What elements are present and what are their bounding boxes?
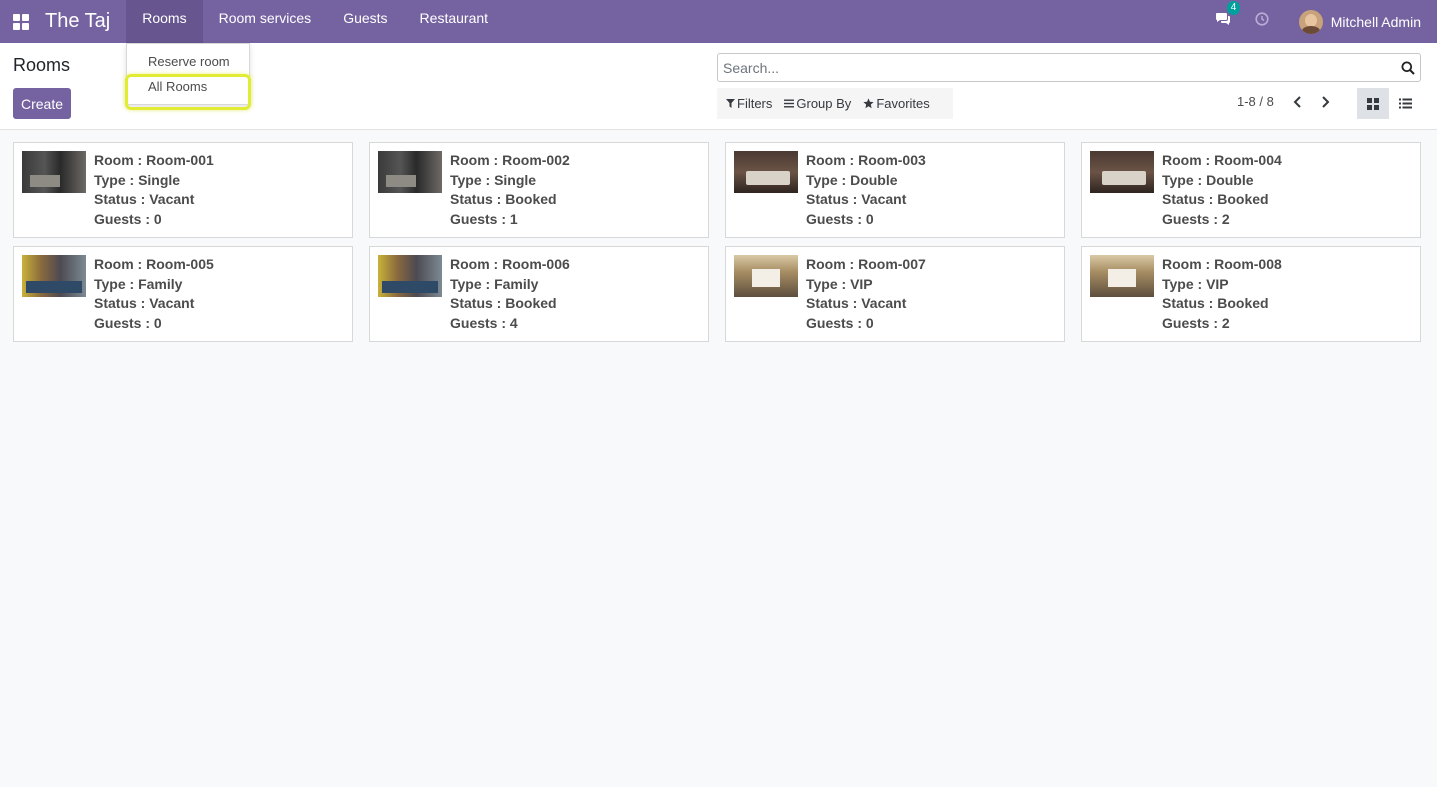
room-guests: Guests : 1 — [450, 210, 518, 227]
room-guests: Guests : 4 — [450, 314, 518, 331]
pager-value[interactable]: 1-8 / 8 — [1237, 94, 1274, 109]
search-bar — [717, 53, 1421, 82]
room-guests: Guests : 0 — [94, 314, 162, 331]
menu-rooms[interactable]: Rooms — [126, 0, 203, 43]
room-guests: Guests : 2 — [1162, 210, 1230, 227]
room-status: Status : Vacant — [806, 191, 907, 208]
room-image — [22, 151, 86, 193]
star-icon — [863, 98, 874, 109]
chat-icon — [1215, 12, 1230, 25]
room-card[interactable]: Room : Room-006 Type : Family Status : B… — [369, 246, 709, 342]
room-card[interactable]: Room : Room-004 Type : Double Status : B… — [1081, 142, 1421, 238]
room-guests: Guests : 0 — [94, 210, 162, 227]
room-image — [1090, 151, 1154, 193]
search-input[interactable] — [718, 59, 1396, 76]
rooms-dropdown-menu: Reserve room All Rooms — [126, 43, 250, 105]
room-card[interactable]: Room : Room-003 Type : Double Status : V… — [725, 142, 1065, 238]
filters-button[interactable]: Filters — [717, 96, 775, 111]
room-name: Room : Room-008 — [1162, 256, 1282, 272]
activity-menu[interactable] — [1255, 12, 1269, 31]
room-card[interactable]: Room : Room-002 Type : Single Status : B… — [369, 142, 709, 238]
room-card[interactable]: Room : Room-008 Type : VIP Status : Book… — [1081, 246, 1421, 342]
messages-badge: 4 — [1226, 0, 1241, 15]
room-name: Room : Room-004 — [1162, 152, 1282, 168]
room-type: Type : Single — [450, 171, 537, 188]
room-image — [378, 151, 442, 193]
room-guests: Guests : 0 — [806, 210, 874, 227]
th-large-icon — [1367, 97, 1379, 110]
filter-icon — [726, 99, 735, 108]
menu-guests[interactable]: Guests — [327, 0, 403, 43]
room-name: Room : Room-005 — [94, 256, 214, 272]
dropdown-item-reserve-room[interactable]: Reserve room — [148, 54, 230, 69]
menu-restaurant[interactable]: Restaurant — [404, 0, 504, 43]
chevron-left-icon — [1293, 96, 1301, 108]
room-name: Room : Room-003 — [806, 152, 926, 168]
app-brand[interactable]: The Taj — [42, 0, 126, 43]
room-image — [22, 255, 86, 297]
room-type: Type : Family — [94, 275, 183, 292]
room-status: Status : Vacant — [806, 295, 907, 312]
room-name: Room : Room-007 — [806, 256, 926, 272]
room-card[interactable]: Room : Room-005 Type : Family Status : V… — [13, 246, 353, 342]
search-options: Filters Group By Favorites — [717, 88, 953, 119]
room-status: Status : Vacant — [94, 295, 195, 312]
user-name[interactable]: Mitchell Admin — [1331, 14, 1421, 30]
room-status: Status : Booked — [450, 191, 557, 208]
room-image — [1090, 255, 1154, 297]
pager-previous-button[interactable] — [1291, 95, 1305, 114]
room-card[interactable]: Room : Room-001 Type : Single Status : V… — [13, 142, 353, 238]
search-icon[interactable] — [1396, 61, 1420, 75]
user-avatar[interactable] — [1298, 9, 1323, 34]
room-status: Status : Booked — [1162, 191, 1269, 208]
list-icon — [1398, 98, 1412, 109]
kanban-view-button[interactable] — [1357, 88, 1389, 119]
clock-icon — [1255, 12, 1269, 26]
room-name: Room : Room-006 — [450, 256, 570, 272]
top-navbar: The Taj Rooms Room services Guests Resta… — [0, 0, 1437, 43]
bars-icon — [784, 99, 795, 108]
filters-label: Filters — [737, 96, 773, 111]
room-type: Type : Double — [806, 171, 898, 188]
room-card[interactable]: Room : Room-007 Type : VIP Status : Vaca… — [725, 246, 1065, 342]
dropdown-item-all-rooms[interactable]: All Rooms — [148, 79, 207, 94]
room-guests: Guests : 0 — [806, 314, 874, 331]
room-type: Type : VIP — [1162, 275, 1229, 292]
page-title: Rooms — [13, 55, 71, 75]
favorites-button[interactable]: Favorites — [854, 96, 932, 111]
room-image — [378, 255, 442, 297]
apps-menu-icon[interactable] — [0, 0, 42, 43]
group-by-button[interactable]: Group By — [775, 96, 854, 111]
create-button[interactable]: Create — [13, 88, 71, 119]
messaging-menu[interactable]: 4 — [1215, 0, 1241, 32]
main-menu: Rooms Room services Guests Restaurant — [126, 0, 504, 43]
navbar-systray: 4 Mitchell Admin — [1215, 0, 1437, 43]
room-status: Status : Vacant — [94, 191, 195, 208]
room-type: Type : Double — [1162, 171, 1254, 188]
list-view-button[interactable] — [1389, 88, 1421, 119]
room-type: Type : VIP — [806, 275, 873, 292]
pager-next-button[interactable] — [1318, 95, 1332, 114]
group-by-label: Group By — [796, 96, 852, 111]
room-status: Status : Booked — [450, 295, 557, 312]
favorites-label: Favorites — [876, 96, 930, 111]
room-guests: Guests : 2 — [1162, 314, 1230, 331]
room-type: Type : Family — [450, 275, 539, 292]
room-status: Status : Booked — [1162, 295, 1269, 312]
room-image — [734, 151, 798, 193]
chevron-right-icon — [1322, 96, 1330, 108]
room-name: Room : Room-002 — [450, 152, 570, 168]
room-image — [734, 255, 798, 297]
menu-room-services[interactable]: Room services — [203, 0, 328, 43]
kanban-view: Room : Room-001 Type : Single Status : V… — [13, 142, 1421, 342]
room-name: Room : Room-001 — [94, 152, 214, 168]
room-type: Type : Single — [94, 171, 181, 188]
